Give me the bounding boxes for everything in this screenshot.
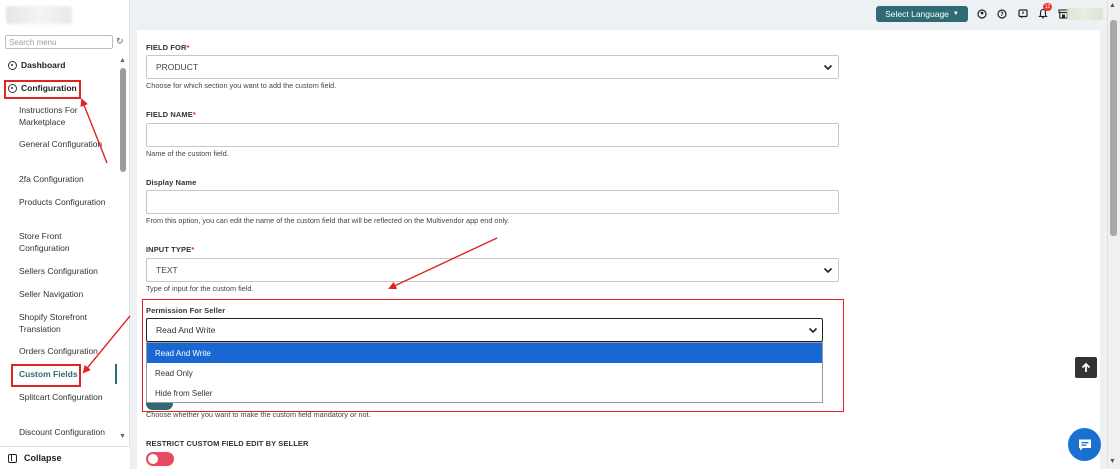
sidebar-item-shopify-storefront-translation[interactable]: Shopify Storefront Translation	[19, 312, 111, 335]
svg-text:?: ?	[1000, 11, 1004, 18]
input-type-value: TEXT	[156, 265, 178, 275]
active-indicator	[115, 364, 117, 384]
dashboard-icon	[8, 60, 17, 70]
scroll-down-icon[interactable]: ▼	[1109, 458, 1116, 465]
option-read-and-write[interactable]: Read And Write	[147, 343, 822, 363]
collapse-button[interactable]: Collapse	[0, 446, 130, 469]
sidebar-item-dashboard[interactable]: Dashboard	[8, 60, 65, 70]
sidebar-item-store-front-configuration[interactable]: Store Front Configuration	[19, 231, 111, 254]
chevron-down-icon	[807, 324, 819, 338]
scroll-up-icon[interactable]: ▲	[119, 57, 126, 64]
chevron-down-icon	[822, 264, 834, 278]
sidebar-item-sellers-configuration[interactable]: Sellers Configuration	[19, 266, 111, 278]
chat-icon	[1078, 439, 1091, 450]
chat-button[interactable]	[1068, 428, 1101, 461]
input-type-label-text: INPUT TYPE	[146, 245, 192, 254]
field-name-help: Name of the custom field.	[146, 149, 229, 158]
sidebar-item-splitcart-configuration[interactable]: Splitcart Configuration	[19, 392, 111, 404]
sidebar-item-discount-configuration[interactable]: Discount Configuration	[19, 427, 111, 439]
search-menu-input[interactable]	[5, 35, 113, 49]
chevron-down-icon	[822, 61, 834, 75]
field-for-label-text: FIELD FOR	[146, 43, 187, 52]
annotation-box-custom-fields	[11, 364, 81, 387]
input-type-select[interactable]: TEXT	[146, 258, 839, 282]
permission-options: Read And Write Read Only Hide from Selle…	[146, 342, 823, 403]
language-label: Select Language	[885, 9, 949, 19]
field-for-value: PRODUCT	[156, 62, 199, 72]
restrict-edit-label: RESTRICT CUSTOM FIELD EDIT BY SELLER	[146, 439, 309, 448]
sidebar-menu: Dashboard Configuration Instructions For…	[0, 54, 118, 446]
arrow-up-icon	[1081, 362, 1091, 372]
required-marker: *	[191, 245, 195, 254]
option-read-only[interactable]: Read Only	[147, 363, 822, 383]
brand-logo	[6, 6, 72, 24]
sidebar-scroll-thumb[interactable]	[120, 68, 126, 172]
field-name-input[interactable]	[146, 123, 839, 147]
sidebar-item-2fa-configuration[interactable]: 2fa Configuration	[19, 174, 111, 186]
field-name-label: FIELD NAME*	[146, 110, 196, 119]
help-icon[interactable]: ?	[996, 8, 1007, 19]
display-name-help: From this option, you can edit the name …	[146, 216, 510, 225]
input-type-help: Type of input for the custom field.	[146, 284, 254, 293]
permission-select[interactable]: Read And Write	[146, 318, 823, 342]
restrict-edit-toggle[interactable]	[146, 452, 174, 466]
sidebar-item-label: Dashboard	[21, 60, 66, 70]
scroll-down-icon[interactable]: ▼	[119, 433, 126, 440]
required-marker: *	[192, 110, 196, 119]
account-icon[interactable]	[976, 8, 987, 19]
permission-label: Permission For Seller	[146, 306, 226, 315]
avatar[interactable]	[1067, 8, 1103, 20]
collapse-label: Collapse	[24, 453, 62, 463]
sidebar-item-orders-configuration[interactable]: Orders Configuration	[19, 346, 111, 358]
field-for-help: Choose for which section you want to add…	[146, 81, 337, 90]
display-name-input[interactable]	[146, 190, 839, 214]
feedback-icon[interactable]	[1017, 8, 1028, 19]
collapse-icon	[8, 453, 17, 463]
notification-badge: 12	[1043, 3, 1052, 11]
sidebar-item-general-configuration[interactable]: General Configuration	[19, 139, 111, 151]
permission-value: Read And Write	[156, 325, 216, 335]
sidebar: ↻ Dashboard Configuration Instructions F…	[0, 0, 130, 469]
display-name-label: Display Name	[146, 178, 197, 187]
annotation-box-configuration	[4, 80, 81, 99]
field-name-label-text: FIELD NAME	[146, 110, 193, 119]
caret-down-icon: ▼	[952, 11, 959, 17]
required-marker: *	[186, 43, 190, 52]
page-scroll-thumb[interactable]	[1110, 20, 1117, 236]
scroll-up-icon[interactable]: ▲	[1109, 2, 1116, 9]
field-for-select[interactable]: PRODUCT	[146, 55, 839, 79]
sidebar-item-seller-navigation[interactable]: Seller Navigation	[19, 289, 111, 301]
option-hide-from-seller[interactable]: Hide from Seller	[147, 383, 822, 403]
input-type-label: INPUT TYPE*	[146, 245, 194, 254]
sidebar-item-instructions[interactable]: Instructions For Marketplace	[19, 105, 111, 128]
sidebar-item-products-configuration[interactable]: Products Configuration	[19, 197, 111, 209]
field-for-label: FIELD FOR*	[146, 43, 190, 52]
refresh-icon[interactable]: ↻	[116, 36, 124, 47]
scroll-to-top-button[interactable]	[1075, 357, 1097, 378]
select-language-button[interactable]: Select Language ▼	[876, 6, 968, 22]
